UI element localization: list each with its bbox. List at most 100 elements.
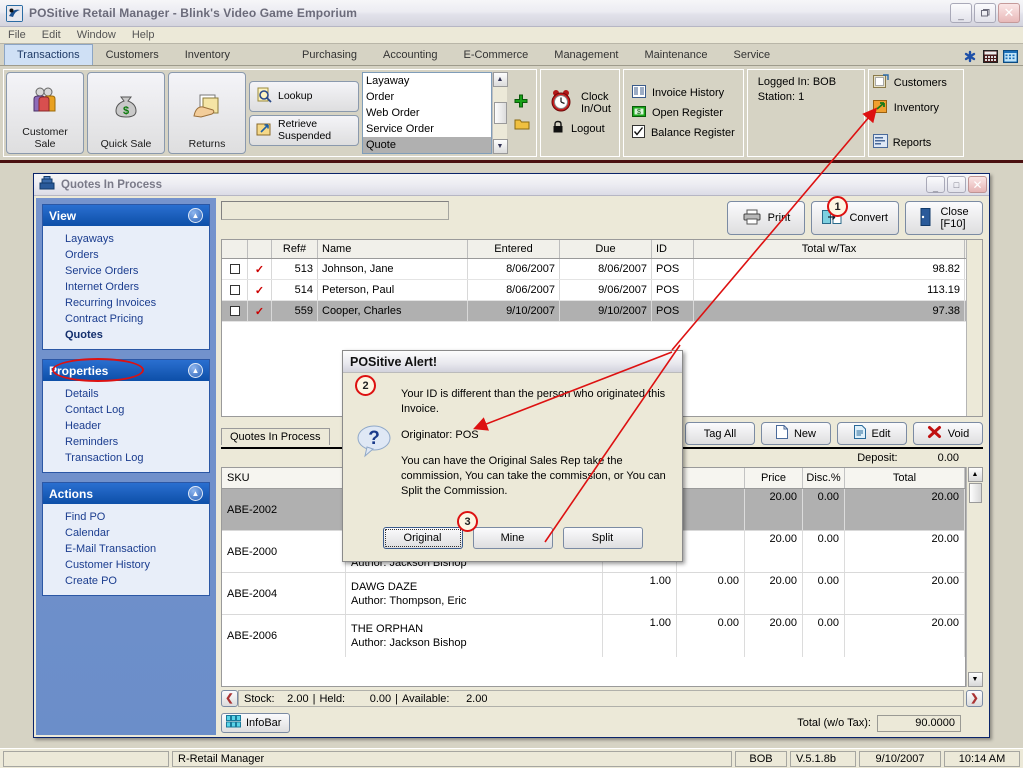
sidebar-item-service-orders[interactable]: Service Orders — [43, 263, 209, 279]
list-item[interactable]: ABE-2004 DAWG DAZE Author: Thompson, Eri… — [222, 573, 965, 615]
scroll-down-icon[interactable]: ▼ — [492, 139, 508, 154]
child-maximize-button[interactable]: □ — [947, 176, 966, 193]
sidebar-item-email-transaction[interactable]: E-Mail Transaction — [43, 541, 209, 557]
mine-button[interactable]: Mine — [472, 527, 553, 549]
menu-item-file[interactable]: File — [8, 29, 26, 41]
scroll-up-icon[interactable]: ▲ — [967, 467, 983, 482]
list-scrollbar[interactable]: ▲ ▼ — [492, 72, 508, 154]
scroll-down-icon[interactable]: ▼ — [967, 672, 983, 687]
tab-accounting[interactable]: Accounting — [370, 44, 450, 65]
close-f10-button[interactable]: Close [F10] — [905, 201, 983, 235]
quotes-grid-scrollbar[interactable] — [966, 240, 982, 416]
list-item-layaway[interactable]: Layaway — [363, 73, 491, 89]
edit-button[interactable]: Edit — [837, 422, 907, 445]
tab-purchasing[interactable]: Purchasing — [289, 44, 370, 65]
close-button[interactable]: ✕ — [998, 3, 1020, 23]
row-checkbox[interactable] — [222, 301, 248, 321]
convert-button[interactable]: Convert — [811, 201, 899, 235]
transaction-type-list[interactable]: Layaway Order Web Order Service Order Qu… — [362, 72, 508, 154]
transaction-type-listbox[interactable]: Layaway Order Web Order Service Order Qu… — [362, 72, 492, 154]
blue-asterisk-icon[interactable] — [963, 50, 977, 63]
infobar-button[interactable]: InfoBar — [221, 713, 291, 733]
calculator-icon[interactable] — [983, 50, 998, 63]
list-item-order[interactable]: Order — [363, 89, 491, 105]
sidebar-item-layaways[interactable]: Layaways — [43, 231, 209, 247]
sidebar-item-reminders[interactable]: Reminders — [43, 434, 209, 450]
maximize-button[interactable] — [974, 3, 996, 23]
col-id[interactable]: ID — [652, 240, 694, 258]
next-record-button[interactable]: ❯ — [966, 690, 983, 707]
sidebar-group-actions-header[interactable]: Actions ▲ — [43, 483, 209, 504]
sidebar-item-transaction-log[interactable]: Transaction Log — [43, 450, 209, 466]
tab-management[interactable]: Management — [541, 44, 631, 65]
original-button[interactable]: Original — [382, 527, 463, 549]
logout-button[interactable]: Logout — [549, 120, 611, 137]
yellow-folder-icon[interactable] — [514, 117, 530, 133]
calendar-icon[interactable] — [1003, 50, 1018, 63]
sidebar-item-find-po[interactable]: Find PO — [43, 509, 209, 525]
chevron-up-icon[interactable]: ▲ — [188, 208, 203, 223]
col-entered[interactable]: Entered — [468, 240, 560, 258]
sidebar-item-orders[interactable]: Orders — [43, 247, 209, 263]
tab-quotes-in-process[interactable]: Quotes In Process — [221, 428, 330, 445]
col-name[interactable]: Name — [318, 240, 468, 258]
sidebar-item-quotes[interactable]: Quotes — [43, 327, 209, 343]
sidebar-group-properties-header[interactable]: Properties ▲ — [43, 360, 209, 381]
scroll-thumb[interactable] — [493, 102, 507, 124]
tab-maintenance[interactable]: Maintenance — [632, 44, 721, 65]
print-button[interactable]: Print — [727, 201, 806, 235]
chevron-up-icon[interactable]: ▲ — [188, 486, 203, 501]
tab-ecommerce[interactable]: E-Commerce — [450, 44, 541, 65]
invoice-history-button[interactable]: Invoice History — [631, 85, 735, 101]
sidebar-item-header[interactable]: Header — [43, 418, 209, 434]
tab-inventory[interactable]: Inventory — [172, 44, 243, 65]
menu-item-window[interactable]: Window — [77, 29, 116, 41]
void-button[interactable]: Void — [913, 422, 983, 445]
list-item-service-order[interactable]: Service Order — [363, 121, 491, 137]
list-item-quote[interactable]: Quote — [363, 137, 491, 153]
col-total[interactable]: Total — [845, 468, 965, 488]
sidebar-item-recurring-invoices[interactable]: Recurring Invoices — [43, 295, 209, 311]
quick-customers-button[interactable]: Customers — [872, 74, 959, 92]
scroll-up-icon[interactable]: ▲ — [492, 72, 508, 87]
new-button[interactable]: New — [761, 422, 831, 445]
quick-sale-button[interactable]: $ Quick Sale — [87, 72, 165, 154]
col-sku[interactable]: SKU — [222, 468, 346, 488]
col-ref[interactable]: Ref# — [272, 240, 318, 258]
col-disc[interactable]: Disc.% — [803, 468, 845, 488]
menu-item-help[interactable]: Help — [132, 29, 155, 41]
prev-record-button[interactable]: ❮ — [221, 690, 238, 707]
col-due[interactable]: Due — [560, 240, 652, 258]
line-items-scrollbar[interactable]: ▲ ▼ — [966, 467, 983, 687]
tab-transactions[interactable]: Transactions — [4, 44, 93, 65]
table-row[interactable]: ✓ 559 Cooper, Charles 9/10/2007 9/10/200… — [222, 301, 982, 322]
list-item-web-order[interactable]: Web Order — [363, 105, 491, 121]
table-row[interactable]: ✓ 514 Peterson, Paul 8/06/2007 9/06/2007… — [222, 280, 982, 301]
row-checkbox[interactable] — [222, 280, 248, 300]
col-price[interactable]: Price — [745, 468, 803, 488]
sidebar-item-internet-orders[interactable]: Internet Orders — [43, 279, 209, 295]
tab-service[interactable]: Service — [721, 44, 784, 65]
clock-in-out-button[interactable]: Clock In/Out — [549, 89, 611, 116]
returns-button[interactable]: Returns — [168, 72, 246, 154]
balance-register-button[interactable]: Balance Register — [631, 125, 735, 141]
tag-all-button[interactable]: Tag All — [685, 422, 755, 445]
row-checkbox[interactable] — [222, 259, 248, 279]
chevron-up-icon[interactable]: ▲ — [188, 363, 203, 378]
menu-item-edit[interactable]: Edit — [42, 29, 61, 41]
customer-sale-button[interactable]: Customer Sale — [6, 72, 84, 154]
sidebar-group-view-header[interactable]: View ▲ — [43, 205, 209, 226]
retrieve-suspended-button[interactable]: Retrieve Suspended — [249, 114, 359, 146]
list-item[interactable]: ABE-2006 THE ORPHAN Author: Jackson Bish… — [222, 615, 965, 657]
search-input[interactable] — [221, 201, 449, 220]
col-total-w-tax[interactable]: Total w/Tax — [694, 240, 965, 258]
lookup-button[interactable]: Lookup — [249, 80, 359, 112]
quick-reports-button[interactable]: Reports — [872, 134, 959, 151]
green-plus-icon[interactable] — [514, 94, 530, 111]
child-minimize-button[interactable]: _ — [926, 176, 945, 193]
sidebar-item-calendar[interactable]: Calendar — [43, 525, 209, 541]
table-row[interactable]: ✓ 513 Johnson, Jane 8/06/2007 8/06/2007 … — [222, 259, 982, 280]
sidebar-item-contract-pricing[interactable]: Contract Pricing — [43, 311, 209, 327]
split-button[interactable]: Split — [562, 527, 643, 549]
tab-customers[interactable]: Customers — [93, 44, 172, 65]
